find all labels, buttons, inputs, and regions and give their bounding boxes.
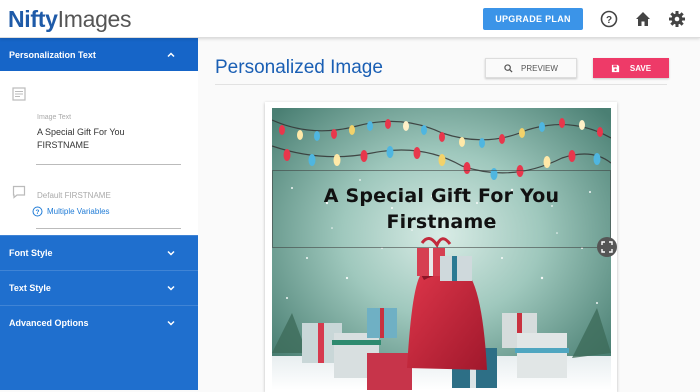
svg-text:?: ?	[606, 15, 612, 26]
overlay-text-line1: A Special Gift For You	[323, 185, 560, 207]
save-label: SAVE	[629, 63, 652, 73]
preview-button[interactable]: PREVIEW	[485, 58, 577, 78]
preview-label: PREVIEW	[521, 63, 558, 73]
default-firstname-input[interactable]: Default FIRSTNAME	[37, 191, 111, 200]
chevron-down-icon	[167, 250, 175, 256]
image-text-underline	[36, 164, 181, 165]
multiple-variables-link[interactable]: ? Multiple Variables	[32, 206, 110, 217]
chevron-up-icon	[167, 51, 175, 57]
logo-light: Images	[57, 6, 132, 32]
comment-icon	[12, 185, 26, 199]
chevron-down-icon	[167, 285, 175, 291]
multiple-variables-label: Multiple Variables	[47, 207, 110, 216]
christmas-image	[272, 108, 611, 390]
image-text-label: Image Text	[37, 114, 72, 121]
help-circle-icon: ?	[32, 206, 43, 217]
search-icon	[504, 63, 513, 73]
overlay-text-line2: Firstname	[386, 211, 497, 233]
save-button[interactable]: SAVE	[593, 58, 669, 78]
svg-text:?: ?	[36, 209, 40, 216]
home-icon[interactable]	[633, 9, 653, 29]
gear-icon[interactable]	[667, 9, 687, 29]
page-title: Personalized Image	[215, 57, 383, 78]
section-text-style[interactable]: Text Style	[0, 270, 198, 305]
section-label: Personalization Text	[9, 49, 96, 60]
text-lines-icon	[12, 87, 26, 101]
sidebar: Personalization Text Image Text A Specia…	[0, 38, 198, 390]
chevron-down-icon	[167, 320, 175, 326]
floppy-disk-icon	[611, 64, 619, 72]
default-field-underline	[36, 228, 181, 229]
text-overlay-box[interactable]	[272, 170, 611, 248]
section-font-style[interactable]: Font Style	[0, 235, 198, 270]
top-bar: NiftyImages UPGRADE PLAN ?	[0, 0, 700, 38]
image-text-line2[interactable]: FIRSTNAME	[37, 138, 89, 152]
title-divider	[215, 84, 667, 85]
section-label: Font Style	[9, 248, 53, 258]
image-text-line1[interactable]: A Special Gift For You	[37, 125, 125, 139]
resize-handle[interactable]	[597, 237, 617, 257]
section-label: Text Style	[9, 283, 51, 293]
logo[interactable]: NiftyImages	[8, 6, 132, 32]
expand-icon	[601, 241, 613, 253]
upgrade-plan-button[interactable]: UPGRADE PLAN	[483, 8, 583, 30]
section-advanced-options[interactable]: Advanced Options	[0, 305, 198, 340]
logo-bold: Nifty	[8, 6, 58, 32]
section-label: Advanced Options	[9, 318, 89, 328]
section-personalization-text[interactable]: Personalization Text	[0, 38, 198, 71]
help-icon[interactable]: ?	[599, 9, 619, 29]
